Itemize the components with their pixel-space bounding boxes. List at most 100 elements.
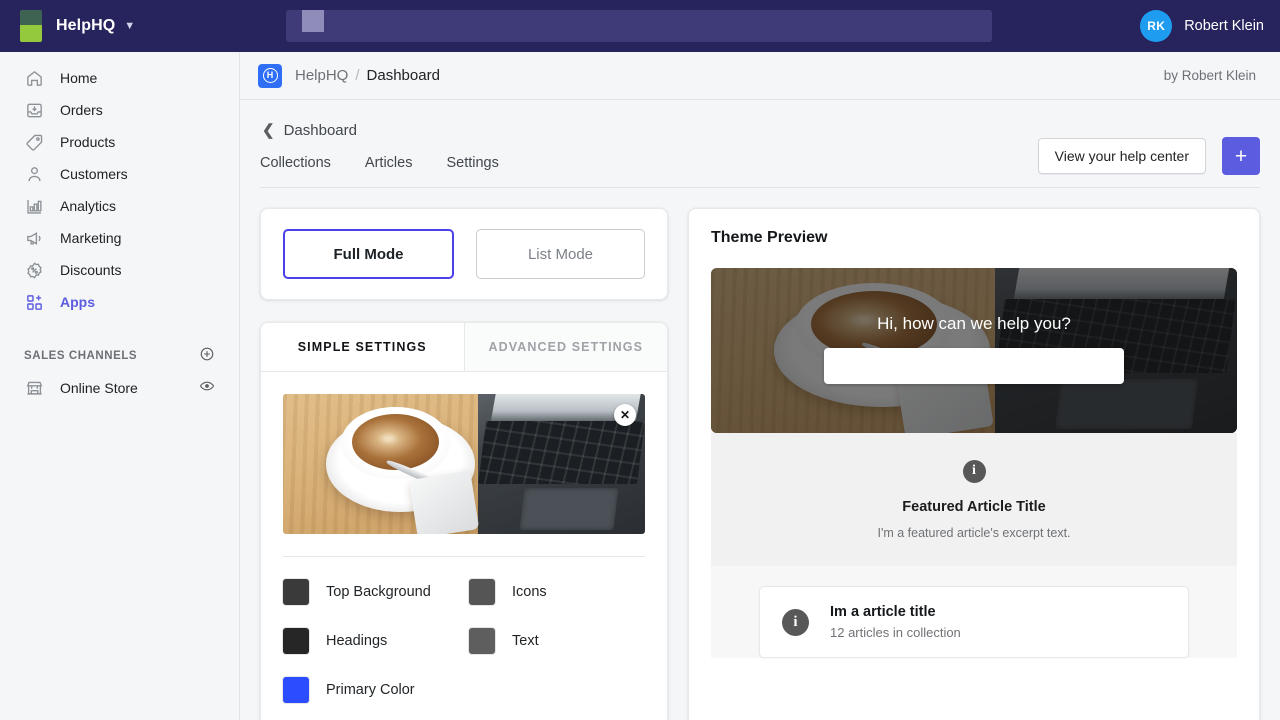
chevron-down-icon[interactable]: ▼ (124, 20, 135, 32)
page-title: Dashboard (283, 122, 357, 139)
customer-person-icon (24, 164, 44, 184)
color-chip[interactable] (283, 628, 309, 654)
sidebar-item-marketing[interactable]: Marketing (8, 222, 231, 254)
sidebar-item-customers[interactable]: Customers (8, 158, 231, 190)
info-circle-icon: i (962, 459, 986, 483)
section-title: SALES CHANNELS (24, 350, 138, 362)
settings-body: ✕ Top Background Icons Headings Text Pri… (261, 372, 667, 720)
search-icon (302, 10, 324, 32)
swatch-label: Top Background (326, 584, 431, 600)
helphq-app-icon: H (258, 63, 282, 88)
tab-simple-settings[interactable]: SIMPLE SETTINGS (261, 323, 464, 371)
user-menu[interactable]: RK Robert Klein (1140, 0, 1264, 52)
view-help-center-button[interactable]: View your help center (1037, 138, 1206, 174)
marketing-megaphone-icon (24, 228, 44, 248)
back-to-dashboard[interactable]: ❮ Dashboard (260, 100, 1260, 139)
analytics-bars-icon (24, 196, 44, 216)
sidebar-item-orders[interactable]: Orders (8, 94, 231, 126)
tab-advanced-settings[interactable]: ADVANCED SETTINGS (463, 323, 667, 371)
sidebar-item-label: Products (60, 134, 116, 150)
featured-article-title: Featured Article Title (902, 498, 1046, 515)
tab-articles[interactable]: Articles (365, 155, 413, 171)
settings-tabs: SIMPLE SETTINGS ADVANCED SETTINGS (261, 323, 667, 372)
app-breadcrumb-bar: H HelpHQ / Dashboard by Robert Klein (240, 52, 1280, 100)
swatch-label: Primary Color (326, 682, 415, 698)
sidebar-section-sales-channels: SALES CHANNELS (8, 340, 231, 372)
sidebar-item-label: Online Store (60, 380, 138, 396)
sidebar-item-label: Home (60, 70, 98, 86)
sidebar-item-analytics[interactable]: Analytics (8, 190, 231, 222)
breadcrumb-app[interactable]: HelpHQ (295, 67, 348, 84)
settings-panel: SIMPLE SETTINGS ADVANCED SETTINGS ✕ Top … (260, 322, 668, 720)
breadcrumb-page: Dashboard (366, 67, 440, 84)
swatch-icons[interactable]: Icons (469, 579, 645, 605)
sidebar-item-apps[interactable]: Apps (8, 286, 231, 318)
sidebar-item-discounts[interactable]: Discounts (8, 254, 231, 286)
app-byline: by Robert Klein (1163, 68, 1256, 83)
color-chip[interactable] (283, 579, 309, 605)
info-circle-icon: i (782, 608, 809, 636)
banner-image (283, 394, 645, 534)
page-body: ❮ Dashboard Collections Articles Setting… (240, 100, 1280, 720)
content-columns: Full Mode List Mode SIMPLE SETTINGS ADVA… (260, 208, 1260, 720)
theme-preview-panel: Theme Preview Hi, how can we help you? i… (688, 208, 1260, 720)
swatch-label: Icons (512, 584, 547, 600)
top-bar: HelpHQ ▼ RK Robert Klein (0, 0, 1280, 52)
product-tag-icon (24, 132, 44, 152)
list-item-title: Im a article title (830, 604, 936, 620)
color-chip[interactable] (283, 677, 309, 703)
featured-article-excerpt: I'm a featured article's excerpt text. (877, 525, 1071, 540)
sidebar-item-products[interactable]: Products (8, 126, 231, 158)
mode-button-full[interactable]: Full Mode (283, 229, 454, 279)
sidebar-item-online-store[interactable]: Online Store (8, 372, 231, 404)
sidebar-item-home[interactable]: Home (8, 62, 231, 94)
plus-circle-icon[interactable] (199, 346, 215, 367)
list-item-texts: Im a article title 12 articles in collec… (830, 604, 961, 640)
brand-name: HelpHQ (56, 17, 116, 34)
brand-zone[interactable]: HelpHQ ▼ (0, 0, 240, 52)
tab-settings[interactable]: Settings (446, 155, 498, 171)
sidebar: Home Orders Products Customers Analytics… (0, 52, 240, 720)
swatch-primary-color[interactable]: Primary Color (283, 677, 459, 703)
tab-collections[interactable]: Collections (260, 155, 331, 171)
orders-inbox-icon (24, 100, 44, 120)
hero-heading: Hi, how can we help you? (877, 314, 1071, 333)
divider (283, 556, 645, 557)
header-actions: View your help center + (1037, 137, 1260, 175)
sidebar-item-label: Analytics (60, 198, 117, 214)
swatch-top-background[interactable]: Top Background (283, 579, 459, 605)
sidebar-item-label: Marketing (60, 230, 122, 246)
page-tabs: Collections Articles Settings View your … (260, 137, 1260, 188)
avatar: RK (1140, 10, 1173, 42)
featured-article-section: i Featured Article Title I'm a featured … (711, 433, 1237, 566)
home-icon (24, 68, 44, 88)
swatch-label: Text (512, 633, 539, 649)
swatch-text[interactable]: Text (469, 628, 645, 654)
swatch-headings[interactable]: Headings (283, 628, 459, 654)
app-icon-letter: H (262, 68, 278, 83)
mode-selector: Full Mode List Mode (260, 208, 668, 300)
global-search-input[interactable] (286, 10, 992, 42)
banner-image-thumbnail[interactable]: ✕ (283, 394, 645, 534)
sidebar-item-label: Orders (60, 102, 103, 118)
discount-percent-icon (24, 260, 44, 280)
close-circle-icon[interactable]: ✕ (614, 404, 636, 426)
color-swatch-grid: Top Background Icons Headings Text Prima… (283, 579, 645, 703)
color-chip[interactable] (469, 579, 495, 605)
left-column: Full Mode List Mode SIMPLE SETTINGS ADVA… (260, 208, 668, 720)
color-chip[interactable] (469, 628, 495, 654)
breadcrumb-separator: / (355, 67, 360, 84)
hero-search-input[interactable] (824, 348, 1124, 384)
eye-icon[interactable] (199, 378, 215, 399)
article-list: i Im a article title 12 articles in coll… (711, 566, 1237, 658)
list-item[interactable]: i Im a article title 12 articles in coll… (759, 586, 1189, 658)
mode-button-list[interactable]: List Mode (476, 229, 645, 279)
add-button[interactable]: + (1222, 137, 1260, 175)
apps-grid-plus-icon (24, 292, 44, 312)
sidebar-item-label: Apps (60, 294, 95, 310)
right-column: Theme Preview Hi, how can we help you? i… (688, 208, 1260, 720)
theme-preview-hero: Hi, how can we help you? (711, 268, 1237, 433)
sidebar-item-label: Customers (60, 166, 128, 182)
storefront-icon (24, 378, 44, 398)
